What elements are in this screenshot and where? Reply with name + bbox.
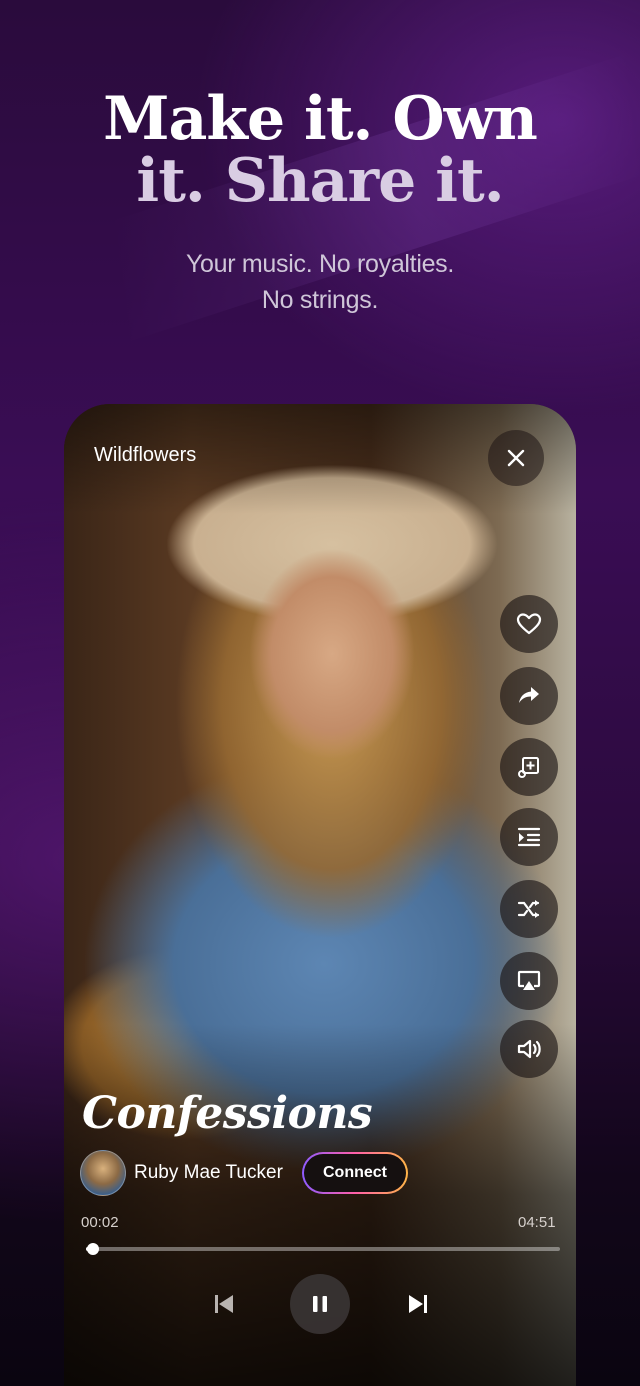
- subheadline-line-2: No strings.: [261, 286, 379, 314]
- like-button[interactable]: [500, 595, 558, 653]
- close-icon: [507, 449, 525, 467]
- queue-button[interactable]: [500, 808, 558, 866]
- progress-track[interactable]: [86, 1247, 560, 1251]
- share-button[interactable]: [500, 667, 558, 725]
- song-title: Confessions: [82, 1088, 373, 1139]
- pause-button[interactable]: [290, 1274, 350, 1334]
- share-icon: [519, 687, 539, 703]
- cast-button[interactable]: [500, 952, 558, 1010]
- skip-next-icon: [409, 1295, 427, 1313]
- shuffle-icon: [517, 900, 540, 918]
- headline: Make it. Own it. Share it.: [0, 88, 640, 212]
- add-to-playlist-icon: [518, 757, 539, 778]
- artist-name[interactable]: Ruby Mae Tucker: [134, 1162, 283, 1184]
- headline-line-1: Make it. Own: [103, 84, 538, 154]
- subheadline: Your music. No royalties. No strings.: [0, 246, 640, 318]
- headline-line-2: it. Share it.: [136, 146, 504, 216]
- previous-button[interactable]: [204, 1284, 244, 1324]
- player-card: Wildflowers Confessions Ruby Mae Tucker …: [64, 404, 576, 1386]
- close-button[interactable]: [488, 430, 544, 486]
- cast-icon: [517, 970, 541, 990]
- add-to-playlist-button[interactable]: [500, 738, 558, 796]
- skip-previous-icon: [215, 1295, 233, 1313]
- connect-button[interactable]: Connect: [302, 1152, 408, 1194]
- pause-icon: [313, 1296, 327, 1312]
- volume-icon: [517, 1039, 541, 1059]
- artist-avatar[interactable]: [80, 1150, 126, 1196]
- next-button[interactable]: [398, 1284, 438, 1324]
- shuffle-button[interactable]: [500, 880, 558, 938]
- elapsed-time: 00:02: [81, 1214, 119, 1231]
- subheadline-line-1: Your music. No royalties.: [185, 250, 455, 278]
- connect-button-label: Connect: [304, 1154, 406, 1192]
- total-duration: 04:51: [518, 1214, 556, 1231]
- queue-icon: [517, 827, 541, 847]
- album-title: Wildflowers: [94, 444, 197, 466]
- heart-icon: [516, 613, 542, 635]
- volume-button[interactable]: [500, 1020, 558, 1078]
